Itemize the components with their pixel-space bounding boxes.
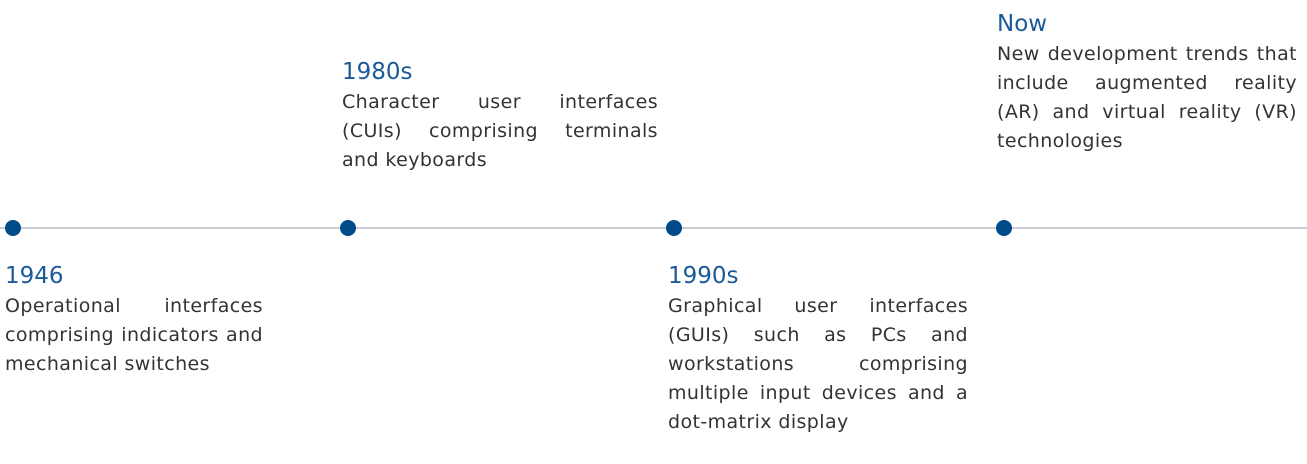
timeline-event-1980s: 1980s Character user interfaces (CUIs) c… [342, 58, 658, 175]
timeline-event-1990s: 1990s Graphical user interfaces (GUIs) s… [668, 262, 968, 437]
timeline-marker-1980s [340, 220, 356, 236]
timeline-event-1946: 1946 Operational interfaces comprising i… [5, 262, 263, 379]
event-year: 1946 [5, 263, 64, 289]
event-description: Graphical user interfaces (GUIs) such as… [668, 295, 968, 433]
event-description: Operational interfaces comprising indica… [5, 295, 263, 375]
timeline-event-now: Now New development trends that include … [997, 10, 1297, 156]
event-description: New development trends that include augm… [997, 43, 1297, 152]
event-year: 1980s [342, 59, 413, 85]
timeline-marker-1946 [5, 220, 21, 236]
event-year: Now [997, 11, 1048, 37]
timeline-marker-1990s [666, 220, 682, 236]
event-year: 1990s [668, 263, 739, 289]
event-description: Character user interfaces (CUIs) compris… [342, 91, 658, 171]
timeline-marker-now [996, 220, 1012, 236]
timeline-axis-line [0, 227, 1307, 229]
